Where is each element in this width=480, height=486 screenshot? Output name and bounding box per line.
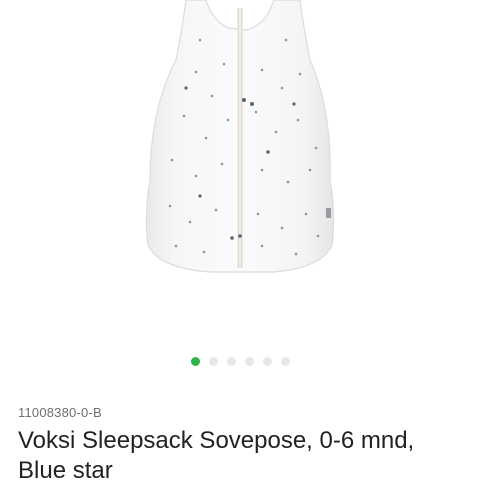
carousel-dot[interactable] [280,356,290,366]
carousel-dot[interactable] [244,356,254,366]
carousel-dot[interactable] [226,356,236,366]
sleepsack-image [145,0,335,273]
carousel-dot[interactable] [262,356,272,366]
carousel-dot[interactable] [190,356,200,366]
product-image[interactable] [0,0,480,350]
product-title: Voksi Sleepsack Sovepose, 0-6 mnd, Blue … [18,427,415,484]
carousel-indicator[interactable] [0,355,480,367]
product-sku: 11008380-0-B [18,405,102,420]
carousel-dot[interactable] [208,356,218,366]
